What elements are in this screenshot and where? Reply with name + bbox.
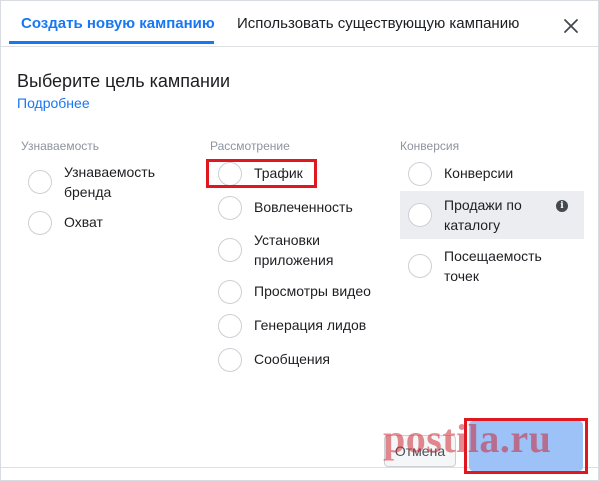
objective-label: Просмотры видео xyxy=(254,283,371,299)
info-icon[interactable]: i xyxy=(556,200,568,212)
objective-catalog-sales[interactable]: Продажи по каталогу xyxy=(408,194,544,235)
continue-button[interactable] xyxy=(469,421,583,471)
objective-lead-generation[interactable]: Генерация лидов xyxy=(218,314,366,338)
column-consideration: Рассмотрение xyxy=(210,139,390,159)
radio-button[interactable] xyxy=(28,211,52,235)
column-title: Узнаваемость xyxy=(21,139,100,153)
column-title: Конверсия xyxy=(400,139,460,153)
objective-label: Установки приложения xyxy=(254,232,334,268)
cancel-button[interactable]: Отмена xyxy=(384,435,456,467)
column-awareness: Узнаваемость xyxy=(21,139,201,159)
column-title: Рассмотрение xyxy=(210,139,290,153)
radio-button[interactable] xyxy=(408,203,432,227)
tab-bar: Создать новую кампанию Использовать суще… xyxy=(1,1,598,47)
tab-create-new-campaign[interactable]: Создать новую кампанию xyxy=(21,15,215,32)
radio-button[interactable] xyxy=(28,170,52,194)
objective-label: Сообщения xyxy=(254,351,330,367)
objective-label: Продажи по каталогу xyxy=(444,197,522,233)
objective-video-views[interactable]: Просмотры видео xyxy=(218,280,371,304)
radio-button[interactable] xyxy=(218,348,242,372)
radio-button[interactable] xyxy=(218,280,242,304)
close-icon[interactable] xyxy=(562,17,580,35)
tab-use-existing-campaign[interactable]: Использовать существующую кампанию xyxy=(237,15,519,32)
campaign-dialog: Создать новую кампанию Использовать суще… xyxy=(0,0,599,481)
active-tab-indicator xyxy=(9,41,214,44)
objective-reach[interactable]: Охват xyxy=(28,211,198,235)
objective-store-traffic[interactable]: Посещаемость точек xyxy=(408,245,554,286)
objective-conversions[interactable]: Конверсии xyxy=(408,162,513,186)
radio-button[interactable] xyxy=(408,162,432,186)
learn-more-link[interactable]: Подробнее xyxy=(17,95,90,111)
objective-brand-awareness[interactable]: Узнаваемость бренда xyxy=(28,161,198,202)
radio-button[interactable] xyxy=(218,162,242,186)
objective-messages[interactable]: Сообщения xyxy=(218,348,330,372)
objective-label: Трафик xyxy=(254,165,303,181)
radio-button[interactable] xyxy=(218,196,242,220)
objective-label: Генерация лидов xyxy=(254,317,367,333)
objective-label: Посещаемость точек xyxy=(444,248,542,284)
radio-button[interactable] xyxy=(218,314,242,338)
objective-app-installs[interactable]: Установки приложения xyxy=(218,229,354,270)
objective-label: Охват xyxy=(64,214,103,230)
objective-traffic[interactable]: Трафик xyxy=(218,162,303,186)
column-conversion: Конверсия xyxy=(400,139,584,159)
objective-label: Узнаваемость бренда xyxy=(64,164,156,200)
objective-label: Вовлеченность xyxy=(254,199,353,215)
radio-button[interactable] xyxy=(218,238,242,262)
radio-button[interactable] xyxy=(408,254,432,278)
page-title: Выберите цель кампании xyxy=(17,71,231,91)
objective-engagement[interactable]: Вовлеченность xyxy=(218,196,353,220)
objective-label: Конверсии xyxy=(444,165,514,181)
